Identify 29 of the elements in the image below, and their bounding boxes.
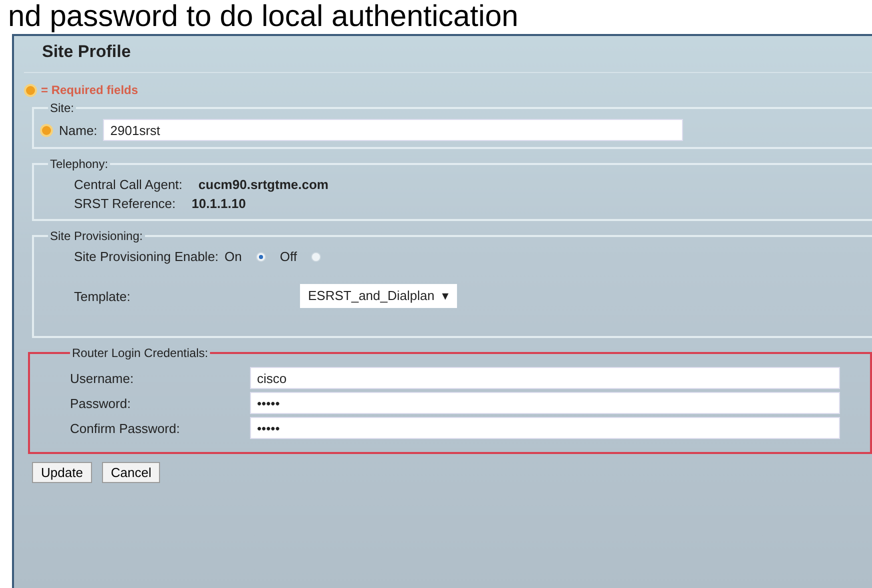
section-legend: Site Provisioning: (48, 229, 145, 243)
field-label: Site Provisioning Enable: (74, 249, 219, 264)
radio-label: Off (280, 249, 297, 264)
field-label: Confirm Password: (70, 420, 181, 436)
field-value: cucm90.srtgtme.com (198, 177, 328, 192)
field-label: Password: (70, 396, 132, 410)
input-field[interactable]: ••••• (250, 392, 840, 414)
section-legend: Site: (48, 101, 76, 115)
field-label: Central Call Agent: (74, 177, 182, 192)
form-button[interactable]: Update (32, 462, 92, 483)
template-dropdown[interactable]: ESRST_and_Dialplan ▾ (300, 284, 458, 308)
field-label: Name: (59, 122, 98, 138)
caption-text: nd password to do local authentication (7, 0, 520, 34)
input-field[interactable]: 2901srst (103, 119, 684, 141)
required-note: = Required fields (41, 83, 138, 97)
form-button[interactable]: Cancel (102, 462, 160, 483)
input-field[interactable]: cisco (250, 367, 840, 389)
window-title: Site Profile (24, 40, 872, 73)
required-icon (24, 84, 37, 96)
radio-button[interactable] (310, 252, 321, 262)
radio-label: On (224, 249, 242, 264)
field-value: 10.1.1.10 (192, 196, 246, 211)
field-label: Username: (70, 370, 135, 386)
input-field[interactable]: ••••• (250, 417, 840, 439)
section-legend: Router Login Credentials: (70, 346, 210, 360)
field-label: Template: (74, 288, 132, 304)
section-legend: Telephony: (48, 157, 110, 171)
radio-button[interactable] (256, 252, 266, 262)
field-label: SRST Reference: (74, 196, 176, 211)
